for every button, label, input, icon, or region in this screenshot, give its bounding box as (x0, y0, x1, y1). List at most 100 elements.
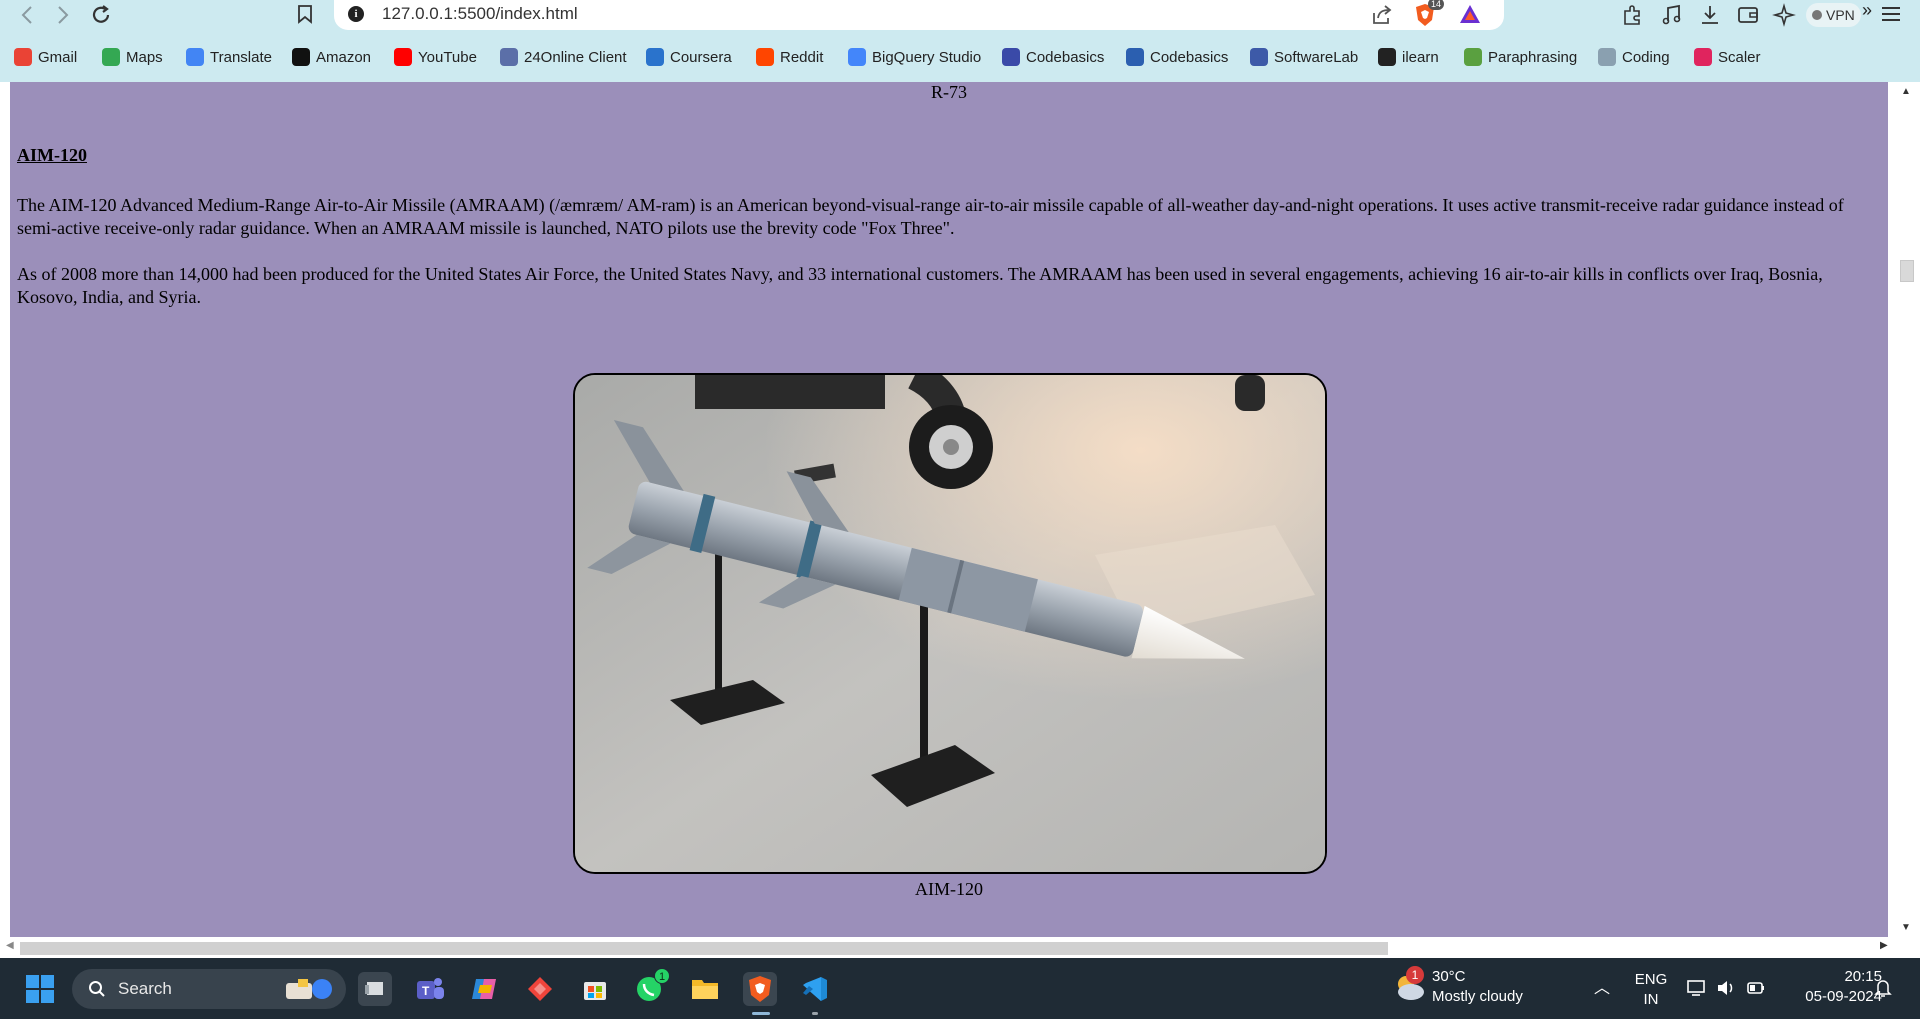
bookmark-reddit[interactable]: Reddit (756, 44, 823, 70)
shields-count-badge: 14 (1428, 0, 1445, 10)
horizontal-scroll-thumb[interactable] (20, 942, 1388, 955)
vertical-scrollbar[interactable]: ▲ ▼ (1888, 82, 1920, 958)
hamburger-menu-icon[interactable] (1880, 4, 1902, 24)
vertical-scroll-thumb[interactable] (1900, 260, 1914, 282)
bookmark-amazon[interactable]: Amazon (292, 44, 371, 70)
bookmark-label: Maps (126, 48, 163, 66)
bookmark-softwarelab[interactable]: SoftwareLab (1250, 44, 1358, 70)
youtube-icon (394, 48, 412, 66)
clock-date[interactable]: 05-09-2024 (1780, 988, 1882, 1005)
horizontal-scrollbar[interactable]: ◀ ▶ (0, 937, 1888, 958)
file-explorer-icon[interactable] (688, 972, 722, 1006)
reload-icon (92, 5, 110, 23)
brave-browser-icon[interactable] (743, 972, 777, 1006)
gmail-icon (14, 48, 32, 66)
chevron-right-icon (58, 6, 69, 24)
bookmark-gmail[interactable]: Gmail (14, 44, 77, 70)
bookmark-label: YouTube (418, 48, 477, 66)
bookmark-codebasics[interactable]: Codebasics (1126, 44, 1228, 70)
music-icon[interactable] (1660, 3, 1684, 27)
copilot-icon[interactable] (468, 972, 502, 1006)
scroll-left-icon[interactable]: ◀ (6, 940, 14, 951)
anydesk-icon[interactable] (523, 972, 557, 1006)
whatsapp-badge: 1 (654, 968, 670, 984)
section-heading: AIM-120 (17, 145, 87, 165)
missile-illustration (575, 375, 1325, 872)
scroll-right-icon[interactable]: ▶ (1880, 940, 1888, 951)
address-bar[interactable]: i 127.0.0.1:5500/index.html 14 (334, 0, 1504, 30)
taskbar: Search T 1 1 30°C Mostly cloudy ︿ ENG IN… (0, 958, 1920, 1019)
extensions-icon[interactable] (1620, 3, 1644, 27)
scroll-down-icon[interactable]: ▼ (1901, 922, 1911, 933)
wallet-icon[interactable] (1736, 3, 1760, 27)
svg-text:T: T (422, 984, 430, 998)
battery-icon[interactable] (1746, 978, 1766, 998)
bookmarks-bar: Gmail Maps Translate Amazon YouTube 24Online … (0, 44, 1920, 70)
scroll-up-icon[interactable]: ▲ (1901, 86, 1911, 97)
bookmark-label: 24Online Client (524, 48, 627, 66)
taskbar-search-box[interactable]: Search (72, 969, 346, 1009)
notification-bell-icon[interactable] (1874, 978, 1892, 998)
chevron-left-icon (21, 6, 32, 24)
vscode-icon[interactable] (798, 972, 832, 1006)
bookmark-ilearn[interactable]: ilearn (1378, 44, 1439, 70)
bookmark-label: Codebasics (1150, 48, 1229, 66)
bookmark-label: SoftwareLab (1274, 48, 1359, 66)
bookmark-scaler[interactable]: Scaler (1694, 44, 1761, 70)
coding-icon (1598, 48, 1616, 66)
bookmark-youtube[interactable]: YouTube (394, 44, 477, 70)
url-text[interactable]: 127.0.0.1:5500/index.html (382, 4, 578, 24)
forward-button[interactable] (50, 2, 76, 28)
bookmark-paraphrasing[interactable]: Paraphrasing (1464, 44, 1577, 70)
teams-icon[interactable]: T (413, 972, 447, 1006)
volume-icon[interactable] (1716, 978, 1736, 998)
task-view-icon[interactable] (358, 972, 392, 1006)
ilearn-icon (1378, 48, 1396, 66)
rocket-icon (1002, 48, 1020, 66)
missile-photo (573, 373, 1327, 874)
page-body: R-73 AIM-120 The AIM-120 Advanced Medium… (10, 82, 1888, 937)
weather-alert-badge: 1 (1406, 966, 1424, 984)
start-button[interactable] (26, 975, 54, 1003)
bookmark-maps[interactable]: Maps (102, 44, 163, 70)
maps-icon (102, 48, 120, 66)
weather-temperature[interactable]: 30°C (1432, 968, 1466, 985)
search-highlight-icon (286, 979, 332, 999)
bookmark-label: Gmail (38, 48, 78, 66)
back-button[interactable] (14, 2, 40, 28)
site-info-icon[interactable]: i (348, 6, 364, 22)
bookmark-label: Scaler (1718, 48, 1761, 66)
bookmark-label: Coding (1622, 48, 1670, 66)
bookmark-label: Codebasics (1026, 48, 1105, 66)
bookmark-codebasics[interactable]: Codebasics (1002, 44, 1104, 70)
tray-expand-icon[interactable]: ︿ (1594, 974, 1610, 998)
bookmark-label: Translate (210, 48, 272, 66)
bookmark-coursera[interactable]: Coursera (646, 44, 732, 70)
bookmark-24online-client[interactable]: 24Online Client (500, 44, 627, 70)
softwarelab-icon (1250, 48, 1268, 66)
bookmark-label: Paraphrasing (1488, 48, 1578, 66)
bookmark-bigquery-studio[interactable]: BigQuery Studio (848, 44, 981, 70)
search-icon (89, 981, 105, 997)
bookmark-icon[interactable] (296, 4, 314, 24)
weather-description[interactable]: Mostly cloudy (1432, 988, 1523, 1005)
brave-rewards-icon[interactable] (1458, 3, 1482, 25)
vpn-button[interactable]: VPN (1806, 3, 1861, 27)
bookmark-coding[interactable]: Coding (1598, 44, 1670, 70)
paraphrasing-icon (1464, 48, 1482, 66)
coursera-icon (646, 48, 664, 66)
reload-button[interactable] (88, 2, 114, 28)
bookmark-translate[interactable]: Translate (186, 44, 272, 70)
scaler-icon (1694, 48, 1712, 66)
bookmarks-overflow-icon[interactable]: » (1862, 0, 1872, 21)
download-icon[interactable] (1698, 3, 1722, 27)
microsoft-store-icon[interactable] (578, 972, 612, 1006)
history-paragraph: As of 2008 more than 14,000 had been pro… (17, 264, 1823, 307)
input-language-indicator[interactable]: ENG IN (1634, 970, 1668, 1010)
codebasics-icon (1126, 48, 1144, 66)
clock-time[interactable]: 20:15 (1822, 968, 1882, 985)
leo-ai-icon[interactable] (1772, 3, 1796, 27)
network-icon[interactable] (1686, 978, 1706, 998)
share-icon[interactable] (1370, 3, 1394, 27)
previous-figure-caption: R-73 (931, 82, 967, 102)
